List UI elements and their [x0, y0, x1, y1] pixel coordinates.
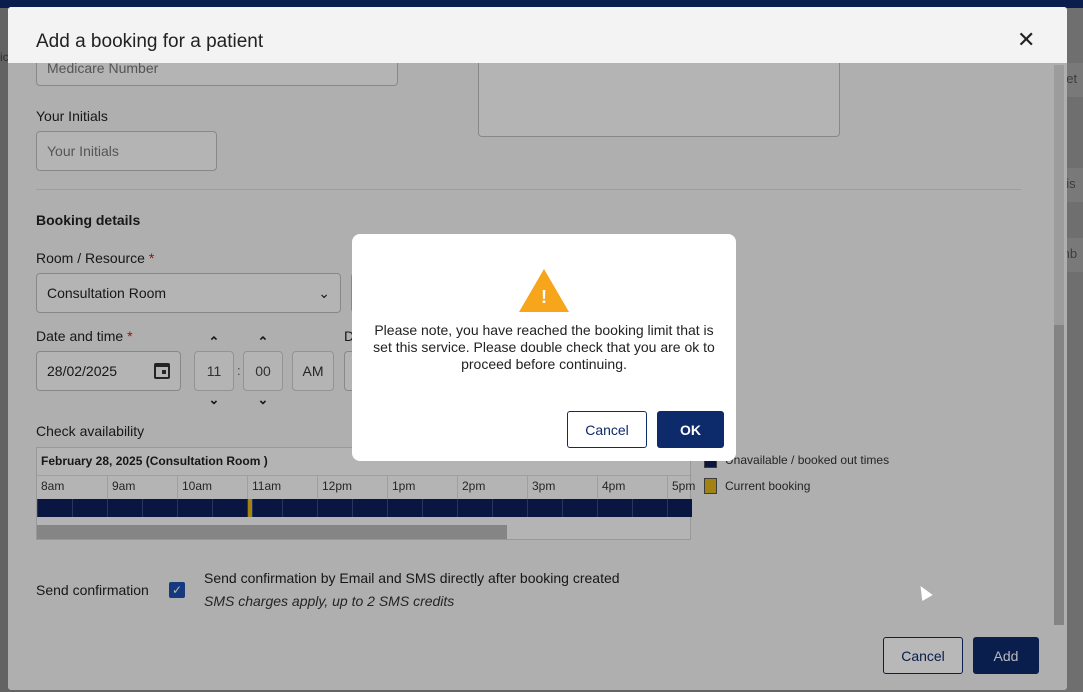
booking-limit-alert: ! Please note, you have reached the book…: [352, 234, 736, 461]
alert-ok-button[interactable]: OK: [657, 411, 724, 448]
modal-title: Add a booking for a patient: [36, 31, 264, 52]
alert-message: Please note, you have reached the bookin…: [373, 322, 715, 372]
close-icon[interactable]: ✕: [1017, 29, 1035, 51]
warning-icon-mark: !: [541, 287, 547, 307]
modal-header: Add a booking for a patient ✕: [8, 7, 1067, 63]
alert-cancel-button[interactable]: Cancel: [567, 411, 647, 448]
